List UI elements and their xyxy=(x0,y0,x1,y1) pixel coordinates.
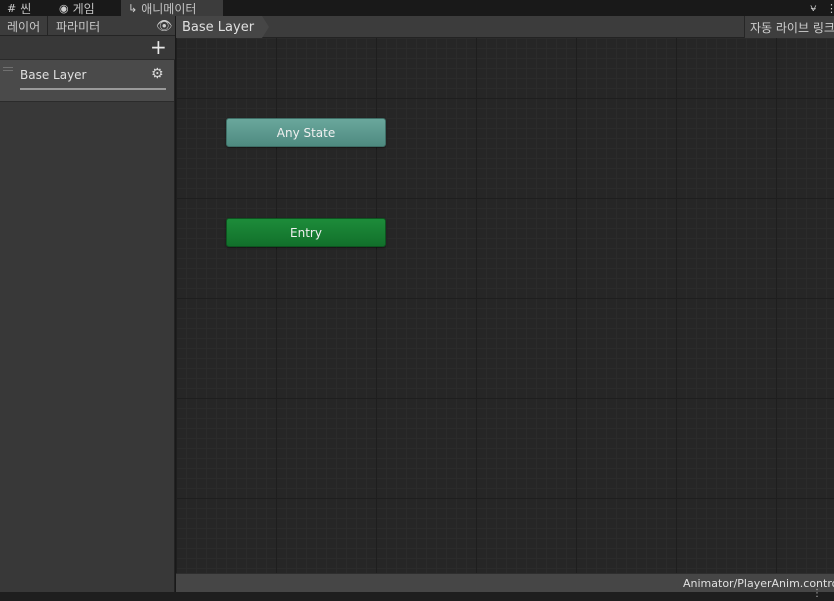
state-node-entry[interactable]: Entry xyxy=(226,218,386,247)
tab-game[interactable]: ◉ 게임 xyxy=(52,0,120,16)
tab-animator-label: 애니메이터 xyxy=(141,1,197,16)
state-machine-graph[interactable]: Any State Entry xyxy=(176,38,834,573)
tab-animator[interactable]: ↳ 애니메이터 xyxy=(121,0,223,16)
auto-live-link-toggle[interactable]: 자동 라이브 링크 xyxy=(744,16,834,38)
tab-scene[interactable]: # 씬 xyxy=(0,0,52,16)
drag-handle-icon[interactable] xyxy=(3,67,13,73)
tab-scene-label: 씬 xyxy=(20,1,32,16)
window-tab-bar: # 씬 ◉ 게임 ↳ 애니메이터 ⍱ ⋮ xyxy=(0,0,834,16)
tab-parameters[interactable]: 파라미터 xyxy=(49,16,109,36)
status-bar: Animator/PlayerAnim.controller xyxy=(176,573,834,592)
layer-weight-bar xyxy=(20,88,166,90)
add-layer-button[interactable]: + xyxy=(150,36,167,58)
kebab-menu-icon[interactable]: ⋮ xyxy=(826,0,834,16)
layers-panel: 레이어 파라미터 👁 + Base Layer ⚙ xyxy=(0,16,175,592)
add-layer-row: + xyxy=(0,36,175,60)
gamepad-icon: ◉ xyxy=(59,1,69,15)
bottom-strip: ⋮ xyxy=(0,588,834,601)
layer-name: Base Layer xyxy=(20,68,87,82)
lock-icon[interactable]: ⍱ xyxy=(810,0,817,16)
left-panel-tabs: 레이어 파라미터 👁 xyxy=(0,16,175,36)
state-node-any-state[interactable]: Any State xyxy=(226,118,386,147)
gear-icon[interactable]: ⚙ xyxy=(151,66,164,82)
breadcrumb-arrow xyxy=(262,16,269,38)
tab-game-label: 게임 xyxy=(72,1,95,16)
tab-layers[interactable]: 레이어 xyxy=(0,16,48,36)
animator-icon: ↳ xyxy=(128,1,138,15)
layer-item-base-layer[interactable]: Base Layer ⚙ xyxy=(0,60,174,102)
breadcrumb-item-base-layer[interactable]: Base Layer xyxy=(176,16,262,38)
scene-grid-icon: # xyxy=(7,1,17,15)
settings-icon[interactable]: ⋮ xyxy=(812,588,822,599)
eye-icon[interactable]: 👁 xyxy=(156,19,173,34)
breadcrumb: Base Layer 자동 라이브 링크 xyxy=(176,16,834,38)
